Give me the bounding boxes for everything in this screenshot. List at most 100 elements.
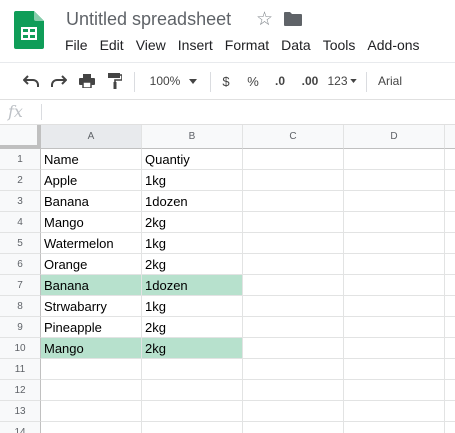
cell-d[interactable] [344,317,445,338]
cell-d[interactable] [344,359,445,380]
cell-d[interactable] [344,191,445,212]
cell-a[interactable] [41,422,142,433]
cell-e[interactable] [445,422,455,433]
cell-b[interactable] [142,401,243,422]
cell-c[interactable] [243,317,344,338]
column-header-c[interactable]: C [243,125,344,149]
cell-e[interactable] [445,296,455,317]
row-header[interactable]: 10 [0,338,41,359]
column-header-a[interactable]: A [41,125,142,149]
menu-insert[interactable]: Insert [175,37,219,57]
cell-d[interactable] [344,401,445,422]
menu-view[interactable]: View [133,37,172,57]
cell-d[interactable] [344,422,445,433]
cell-b[interactable]: 1dozen [142,191,243,212]
cell-d[interactable] [344,338,445,359]
row-header[interactable]: 12 [0,380,41,401]
cell-a[interactable]: Mango [41,338,142,359]
cell-d[interactable] [344,296,445,317]
cell-a[interactable] [41,359,142,380]
row-header[interactable]: 14 [0,422,41,433]
column-header-e[interactable] [445,125,455,149]
currency-format-button[interactable]: $ [218,63,234,99]
cell-c[interactable] [243,401,344,422]
row-header[interactable]: 6 [0,254,41,275]
cell-e[interactable] [445,254,455,275]
paint-format-icon[interactable] [104,63,126,99]
document-title[interactable]: Untitled spreadsheet [66,9,231,30]
cell-d[interactable] [344,380,445,401]
cell-c[interactable] [243,380,344,401]
cell-b[interactable] [142,380,243,401]
cell-e[interactable] [445,401,455,422]
cell-e[interactable] [445,149,455,170]
cell-c[interactable] [243,212,344,233]
cell-a[interactable]: Banana [41,191,142,212]
decrease-decimal-button[interactable]: .0 [270,63,290,99]
cell-a[interactable]: Banana [41,275,142,296]
cell-e[interactable] [445,233,455,254]
menu-tools[interactable]: Tools [320,37,362,57]
cell-d[interactable] [344,212,445,233]
folder-icon[interactable] [284,12,302,26]
cell-b[interactable] [142,359,243,380]
row-header[interactable]: 13 [0,401,41,422]
cell-c[interactable] [243,149,344,170]
cell-a[interactable]: Apple [41,170,142,191]
percent-format-button[interactable]: % [244,63,262,99]
cell-a[interactable] [41,380,142,401]
undo-icon[interactable] [20,63,42,99]
row-header[interactable]: 9 [0,317,41,338]
menu-data[interactable]: Data [278,37,317,57]
cell-a[interactable]: Watermelon [41,233,142,254]
cell-c[interactable] [243,233,344,254]
cell-d[interactable] [344,149,445,170]
cell-b[interactable]: 1kg [142,296,243,317]
zoom-select[interactable]: 100% [144,63,186,99]
column-header-d[interactable]: D [344,125,445,149]
row-header[interactable]: 2 [0,170,41,191]
cell-b[interactable] [142,422,243,433]
cell-d[interactable] [344,275,445,296]
cell-e[interactable] [445,170,455,191]
cell-b[interactable]: 2kg [142,338,243,359]
menu-add-ons[interactable]: Add-ons [364,37,425,57]
cell-b[interactable]: 2kg [142,212,243,233]
row-header[interactable]: 11 [0,359,41,380]
cell-c[interactable] [243,296,344,317]
redo-icon[interactable] [48,63,70,99]
cell-b[interactable]: Quantiy [142,149,243,170]
menu-edit[interactable]: Edit [97,37,130,57]
menu-file[interactable]: File [62,37,94,57]
cell-c[interactable] [243,170,344,191]
row-header[interactable]: 4 [0,212,41,233]
cell-c[interactable] [243,254,344,275]
cell-d[interactable] [344,254,445,275]
cell-e[interactable] [445,380,455,401]
font-select[interactable]: Arial [378,63,414,99]
cell-b[interactable]: 1dozen [142,275,243,296]
column-header-b[interactable]: B [142,125,243,149]
google-sheets-icon[interactable] [14,11,44,49]
cell-e[interactable] [445,317,455,338]
cell-a[interactable]: Orange [41,254,142,275]
cell-a[interactable]: Strwabarry [41,296,142,317]
print-icon[interactable] [76,63,98,99]
select-all-corner[interactable] [0,125,41,149]
cell-b[interactable]: 1kg [142,170,243,191]
cell-c[interactable] [243,191,344,212]
cell-b[interactable]: 2kg [142,317,243,338]
cell-e[interactable] [445,338,455,359]
row-header[interactable]: 7 [0,275,41,296]
cell-e[interactable] [445,275,455,296]
row-header[interactable]: 8 [0,296,41,317]
cell-a[interactable]: Name [41,149,142,170]
star-outline-icon[interactable]: ☆ [256,8,273,31]
cell-b[interactable]: 2kg [142,254,243,275]
cell-a[interactable] [41,401,142,422]
cell-c[interactable] [243,275,344,296]
cell-e[interactable] [445,359,455,380]
cell-c[interactable] [243,359,344,380]
cell-d[interactable] [344,170,445,191]
more-formats-button[interactable]: 123 [326,63,358,99]
